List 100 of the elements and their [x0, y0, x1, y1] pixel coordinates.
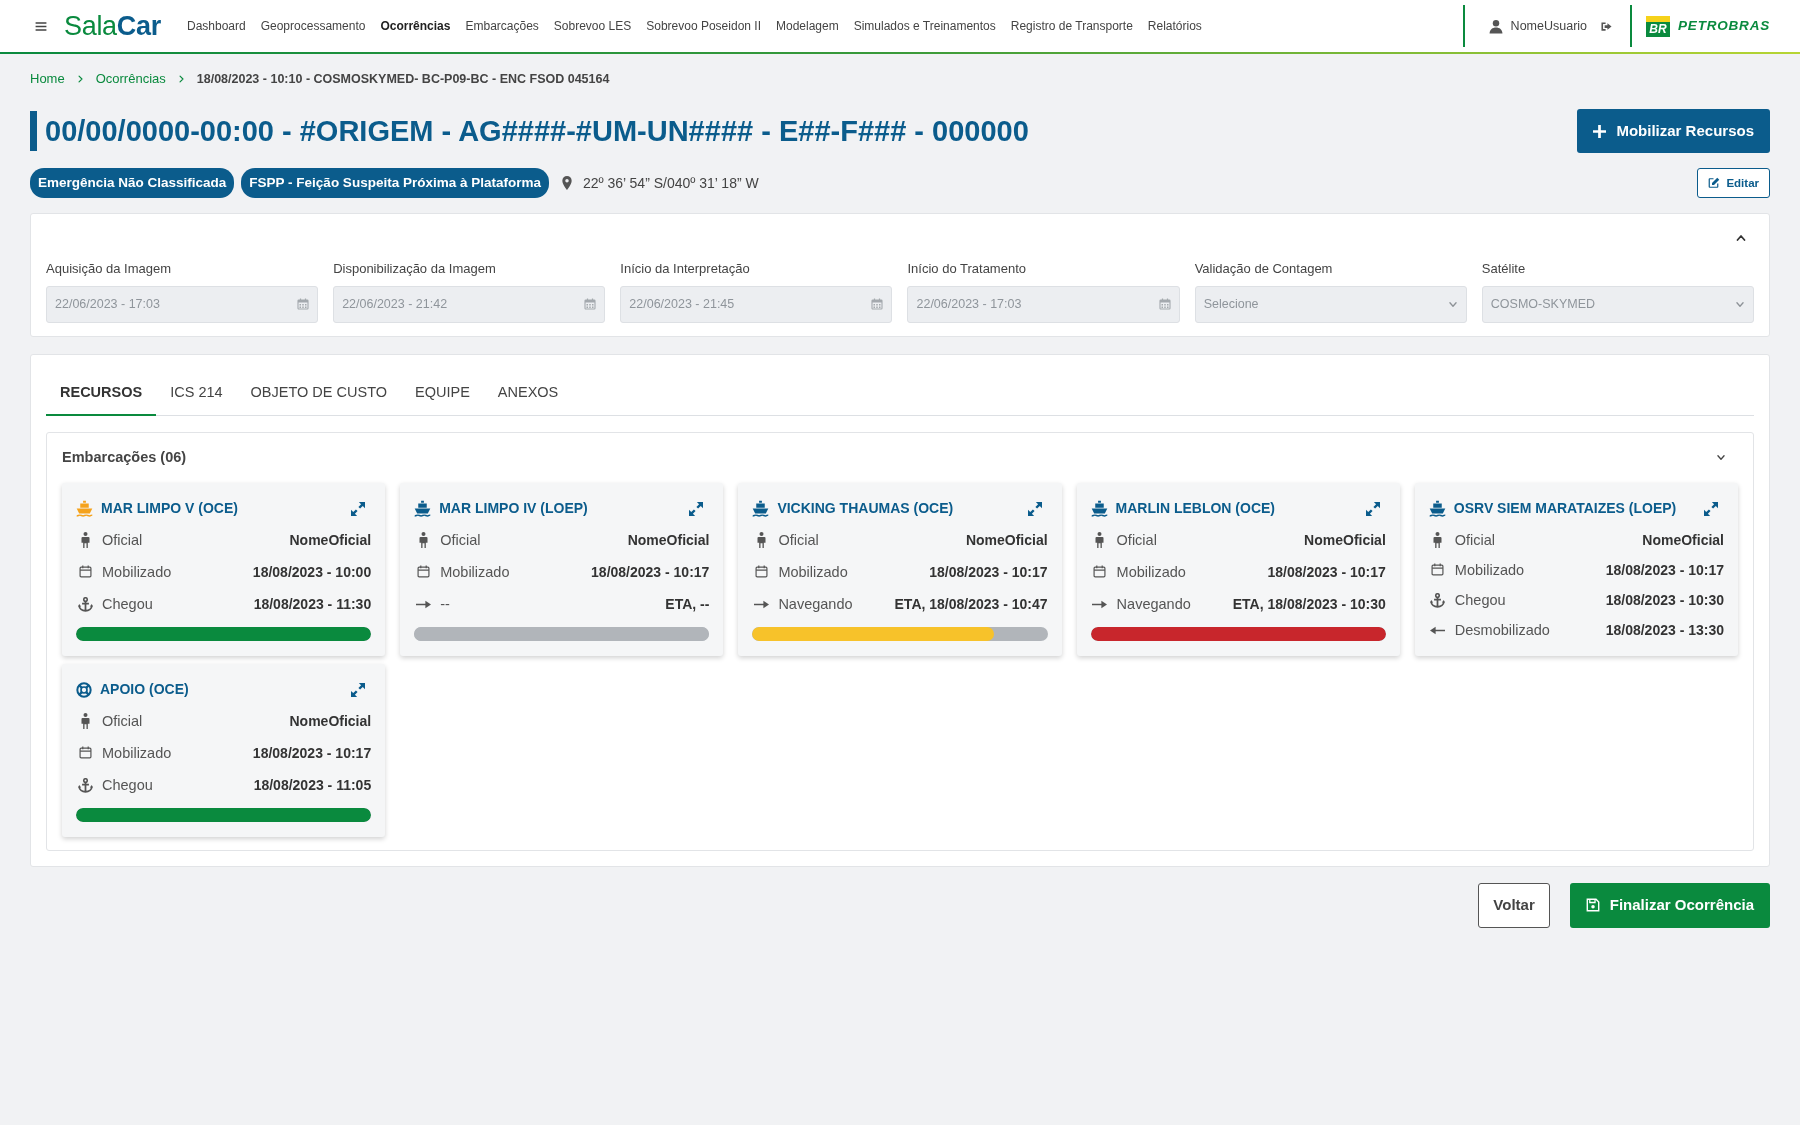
calendar-icon: [1431, 563, 1445, 577]
field-value: 18/08/2023 - 10:17: [591, 562, 710, 582]
chevron-up-icon[interactable]: [1736, 234, 1746, 242]
person-icon: [1094, 531, 1106, 548]
nav-link[interactable]: Registro de Transporte: [1010, 17, 1133, 35]
field-label: Início do Tratamento: [907, 260, 1027, 279]
tab[interactable]: EQUIPE: [401, 371, 484, 416]
back-button[interactable]: Voltar: [1478, 882, 1550, 928]
field-label: Mobilizado: [102, 562, 172, 582]
expand-icon[interactable]: [1704, 501, 1718, 516]
field-value: 18/08/2023 - 10:17: [1267, 562, 1386, 582]
person-icon: [417, 531, 429, 548]
field-value: NomeOficial: [1642, 530, 1724, 550]
breadcrumb-link[interactable]: Home: [30, 69, 65, 89]
field-value: 18/08/2023 - 10:30: [1605, 591, 1724, 611]
edit-button[interactable]: Editar: [1697, 168, 1770, 199]
section-title: Embarcações (06): [62, 447, 187, 467]
vessel-name: APOIO (OCE): [100, 680, 189, 699]
nav-link[interactable]: Ocorrências: [380, 17, 451, 35]
field-value: 18/08/2023 - 11:05: [253, 776, 372, 796]
menu-icon[interactable]: [34, 19, 48, 33]
map-pin-icon: [561, 176, 572, 191]
field-value: NomeOficial: [965, 530, 1048, 550]
expand-icon[interactable]: [351, 682, 366, 697]
vessel-name: MAR LIMPO V (OCE): [101, 499, 238, 518]
expand-icon[interactable]: [1365, 501, 1380, 516]
logout-icon[interactable]: [1601, 20, 1613, 32]
edit-icon: [1708, 177, 1721, 190]
calendar-icon: [416, 565, 430, 579]
page-title: 00/00/0000-00:00 - #ORIGEM - AG####-#UM-UN#### - E##-F### - 000000: [30, 111, 1029, 151]
coordinates-text: 22º 36’ 54” S/040º 31’ 18” W: [582, 173, 759, 193]
finish-button[interactable]: Finalizar Ocorrência: [1569, 882, 1770, 928]
vessel-name: OSRV SIEM MARATAIZES (LOEP): [1453, 499, 1677, 518]
arrow-right-icon: [415, 599, 431, 609]
nav-link[interactable]: Dashboard: [186, 17, 246, 35]
nav-link[interactable]: Modelagem: [776, 17, 839, 35]
chevron-right-icon: [76, 74, 84, 84]
field-label: Mobilizado: [102, 743, 172, 763]
nav-link[interactable]: Sobrevoo Poseidon II: [646, 17, 761, 35]
calendar-icon: [78, 746, 92, 760]
nav-link[interactable]: Embarcações: [465, 17, 539, 35]
expand-icon[interactable]: [351, 501, 366, 516]
calendar-icon: [1158, 298, 1171, 311]
field-label: Desmobilizado: [1454, 621, 1550, 641]
person-icon: [79, 712, 91, 729]
calendar-icon: [584, 298, 597, 311]
mobilize-button[interactable]: Mobilizar Recursos: [1577, 109, 1770, 153]
field-value: ETA, --: [665, 595, 710, 615]
field-label: Oficial: [1454, 530, 1496, 550]
vessel-name: VICKING THAUMAS (OCE): [777, 499, 954, 518]
arrow-right-icon: [1092, 599, 1108, 609]
tab[interactable]: OBJETO DE CUSTO: [236, 371, 402, 416]
calendar-icon: [754, 565, 768, 579]
field-label: Navegando: [1116, 595, 1191, 615]
calendar-icon: [297, 298, 310, 311]
nav-link[interactable]: Simulados e Treinamentos: [853, 17, 996, 35]
field-label: --: [440, 595, 450, 615]
expand-icon[interactable]: [689, 501, 704, 516]
field-label: Oficial: [1116, 530, 1157, 550]
field-label: Oficial: [778, 530, 819, 550]
brand-logo[interactable]: SalaCar: [64, 12, 161, 40]
nav-link[interactable]: Relatórios: [1147, 17, 1202, 35]
field-value: NomeOficial: [1304, 530, 1386, 550]
field-label: Oficial: [102, 711, 143, 731]
field-value: 18/08/2023 - 11:30: [253, 595, 372, 615]
field-label: Mobilizado: [778, 562, 848, 582]
field-value: 18/08/2023 - 10:00: [252, 562, 372, 582]
chevron-down-icon[interactable]: [1716, 454, 1726, 462]
tab[interactable]: ANEXOS: [483, 371, 573, 416]
vessel-name: MAR LIMPO IV (LOEP): [439, 499, 588, 518]
field-label: Navegando: [778, 595, 853, 615]
expand-icon[interactable]: [1027, 501, 1042, 516]
logo-mark: BR: [1646, 15, 1671, 37]
field-label: Mobilizado: [1116, 562, 1186, 582]
field-label: Validação de Contagem: [1194, 260, 1334, 279]
field-label: Mobilizado: [440, 562, 510, 582]
save-icon: [1585, 898, 1600, 912]
field-label: Oficial: [102, 530, 143, 550]
status-tag: FSPP - Feição Suspeita Próxima à Plataforma: [241, 168, 549, 199]
breadcrumb-current: 18/08/2023 - 10:10 - COSMOSKYMED- BC-P09-BC - ENC FSOD 045164: [196, 70, 610, 88]
nav-link[interactable]: Geoprocessamento: [260, 17, 366, 35]
tab[interactable]: RECURSOS: [46, 371, 157, 416]
field-label: Mobilizado: [1454, 560, 1525, 580]
anchor-icon: [77, 596, 93, 612]
field-value: ETA, 18/08/2023 - 10:47: [894, 595, 1048, 615]
field-value: 18/08/2023 - 10:17: [1605, 560, 1724, 580]
field-label: Satélite: [1481, 260, 1527, 279]
breadcrumb-link[interactable]: Ocorrências: [95, 69, 166, 89]
user-name: NomeUsuario: [1510, 17, 1588, 35]
user-icon: [1488, 18, 1503, 34]
field-value: ETA, 18/08/2023 - 10:30: [1232, 595, 1386, 615]
tab[interactable]: ICS 214: [156, 371, 237, 416]
anchor-icon: [1430, 592, 1446, 608]
field-label: Chegou: [102, 595, 153, 615]
nav-link[interactable]: Sobrevoo LES: [553, 17, 632, 35]
calendar-icon: [78, 565, 92, 579]
field-label: Oficial: [440, 530, 481, 550]
field-label: Chegou: [1454, 591, 1506, 611]
field-value: 18/08/2023 - 10:17: [929, 562, 1048, 582]
field-label: Disponibilização da Imagem: [333, 260, 497, 279]
